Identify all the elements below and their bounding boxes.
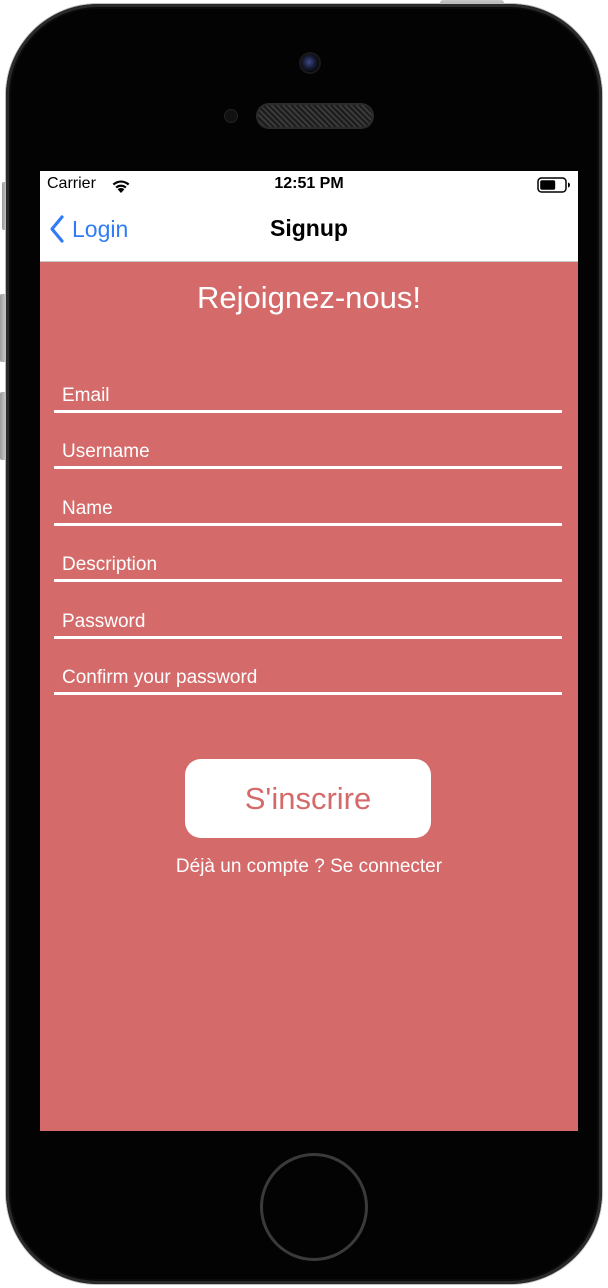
battery-icon xyxy=(537,177,570,193)
description-field[interactable] xyxy=(62,551,552,579)
password-field[interactable] xyxy=(62,608,552,636)
signup-button[interactable]: S'inscrire xyxy=(185,759,431,838)
password-field-container xyxy=(54,603,562,639)
earpiece-speaker xyxy=(258,105,372,127)
home-button[interactable] xyxy=(260,1153,368,1261)
front-camera xyxy=(301,54,319,72)
username-field[interactable] xyxy=(62,438,552,466)
name-field[interactable] xyxy=(62,495,552,523)
navigation-bar: Login Signup xyxy=(40,199,578,262)
app-screen: Carrier 12:51 PM Login Signup Rejoignez-… xyxy=(40,171,578,1131)
form-heading: Rejoignez-nous! xyxy=(196,280,422,315)
confirm-password-field[interactable] xyxy=(62,664,552,692)
description-field-container xyxy=(54,546,562,582)
confirm-password-field-container xyxy=(54,659,562,695)
signup-form: Rejoignez-nous! S'inscrire Déjà un compt… xyxy=(40,262,578,1131)
status-time: 12:51 PM xyxy=(274,175,344,192)
email-field[interactable] xyxy=(62,382,552,410)
login-link[interactable]: Déjà un compte ? Se connecter xyxy=(40,856,578,878)
email-field-container xyxy=(54,377,562,413)
nav-title: Signup xyxy=(270,215,348,241)
username-field-container xyxy=(54,433,562,469)
status-bar: Carrier 12:51 PM xyxy=(40,171,578,199)
name-field-container xyxy=(54,490,562,526)
proximity-sensor xyxy=(225,110,237,122)
